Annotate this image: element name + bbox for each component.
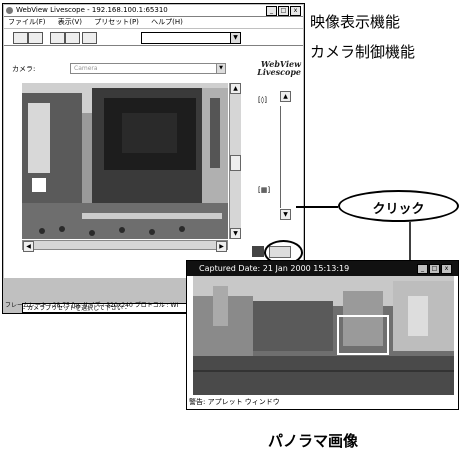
panorama-status: 警告: アプレット ウィンドウ [189,398,280,406]
panorama-window-title: Captured Date: 21 Jan 2000 15:13:19 [199,264,350,273]
panorama-caption: パノラマ画像 [268,432,359,450]
panorama-window: Captured Date: 21 Jan 2000 15:13:19 _ □ … [186,260,459,410]
callout-text: クリック [372,202,425,217]
click-callout: クリック [338,190,459,222]
maximize-button[interactable]: □ [429,264,440,274]
minimize-button[interactable]: _ [417,264,428,274]
close-button[interactable]: x [441,264,452,274]
panorama-image[interactable] [193,276,454,395]
panorama-titlebar[interactable]: Captured Date: 21 Jan 2000 15:13:19 _ □ … [187,261,458,276]
